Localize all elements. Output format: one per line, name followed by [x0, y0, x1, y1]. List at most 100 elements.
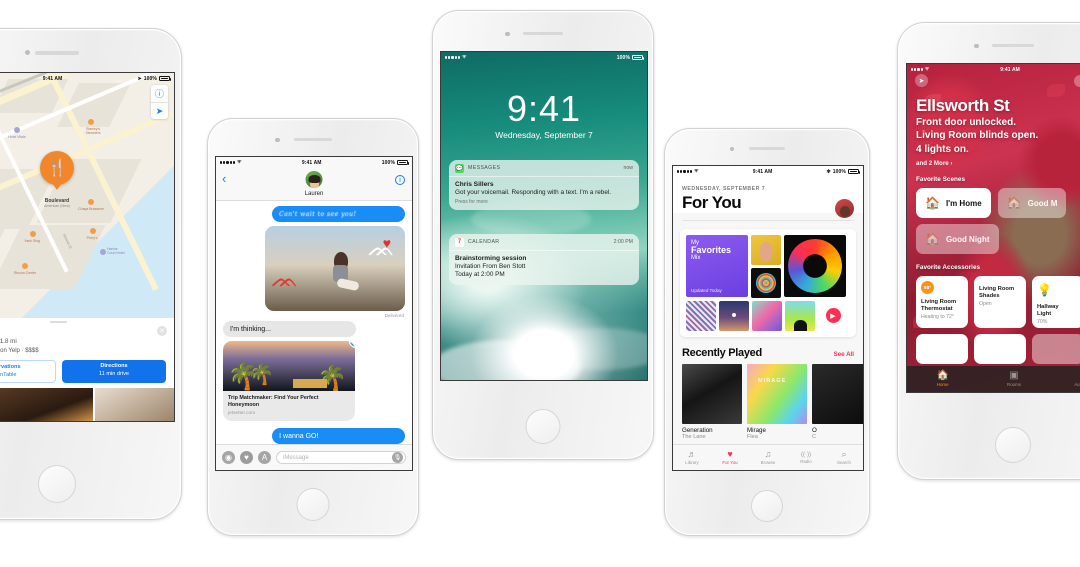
page-dot-active[interactable]	[542, 370, 546, 374]
tab-radio[interactable]: ((·)) Radio	[787, 445, 825, 470]
map-poi-dot[interactable]	[22, 263, 28, 269]
digital-touch-icon[interactable]: ♥	[240, 451, 253, 464]
favorite-accessories-row-2[interactable]	[916, 334, 1080, 364]
tab-for-you[interactable]: ♥ For You	[711, 445, 749, 470]
notification-body: Chris Sillers Got your voicemail. Respon…	[449, 177, 639, 210]
album-art-tile[interactable]	[751, 234, 781, 265]
scene-good-morning[interactable]: 🏠 Good M	[997, 188, 1067, 218]
tab-search[interactable]: ⌕ Search	[825, 445, 863, 470]
album-art-tile[interactable]	[784, 234, 846, 297]
camera-glyph-icon[interactable]: ⌂	[549, 369, 552, 375]
album-art-tile[interactable]	[751, 267, 781, 298]
album-item[interactable]: O C	[812, 363, 863, 440]
page-indicator[interactable]: ⌂	[441, 369, 647, 375]
tab-automation[interactable]: ⊙ Automation	[1050, 366, 1080, 392]
messages-screen[interactable]: ᯤ 9:41 AM 100% ‹ Lauren i Can't wait to …	[215, 156, 413, 471]
album-art-tile[interactable]	[719, 300, 749, 331]
accessory-partial[interactable]	[916, 334, 968, 364]
album-art[interactable]	[812, 363, 863, 424]
album-art-tile[interactable]	[752, 300, 782, 331]
scene-label: Good M	[1027, 198, 1058, 208]
message-bubble-text[interactable]: I wanna GO!	[272, 428, 405, 445]
scene-im-home[interactable]: 🏠 I'm Home	[916, 188, 991, 218]
edit-button[interactable]: Edit	[1074, 74, 1080, 87]
place-title: Boulevard	[0, 323, 174, 336]
location-icon[interactable]: ➤	[915, 74, 928, 87]
favorites-mix-card[interactable]: My Favorites Mix Updated Today ▶	[680, 228, 856, 337]
map-locate-icon[interactable]: ➤	[151, 102, 168, 119]
notification-calendar[interactable]: 7 CALENDAR 2:00 PM Brainstorming session…	[449, 234, 639, 285]
album-art[interactable]	[682, 363, 742, 424]
map-poi-dot[interactable]	[30, 231, 36, 237]
place-photos[interactable]	[0, 383, 174, 421]
app-store-icon[interactable]: A	[258, 451, 271, 464]
music-tab-bar[interactable]: ♬ Library ♥ For You ♫ Browse ((·)) Radio	[673, 444, 863, 470]
tab-home[interactable]: 🏠 Home	[907, 366, 978, 392]
maps-screen[interactable]: Hotel Vitale Stanley's Steamers San Fran…	[0, 72, 175, 422]
and-more-link[interactable]: and 2 More ›	[916, 160, 952, 167]
album-item[interactable]: Generation The Lane	[682, 363, 742, 440]
album-art[interactable]: MIRAGE	[747, 363, 807, 424]
avatar[interactable]	[835, 199, 854, 218]
place-photo[interactable]	[0, 388, 93, 421]
message-bubble-photo[interactable]: ᨏ ᨏ ♥	[265, 226, 405, 312]
album-art-tile[interactable]	[785, 300, 815, 331]
battery-icon	[632, 55, 644, 60]
favorite-scenes-row-2[interactable]: 🏠 Good Night	[916, 224, 1080, 254]
tab-browse[interactable]: ♫ Browse	[749, 445, 787, 470]
map-poi-dot[interactable]	[14, 127, 20, 133]
place-card[interactable]: ✕ Boulevard American (New) · 1.8 mi ★★★★…	[0, 318, 174, 421]
page-dot[interactable]	[535, 370, 539, 374]
message-thread[interactable]: Can't wait to see you! ᨏ ᨏ ♥ Delivered I…	[216, 201, 412, 445]
notification-messages[interactable]: 💬 MESSAGES now Chris Sillers Got your vo…	[449, 160, 639, 211]
favorite-accessories-row[interactable]: 68° Living Room Thermostat Heating to 72…	[916, 276, 1080, 328]
close-icon[interactable]: ✕	[157, 326, 167, 336]
accessory-thermostat[interactable]: 68° Living Room Thermostat Heating to 72…	[916, 276, 968, 328]
camera-icon[interactable]: ◉	[222, 451, 235, 464]
mic-icon[interactable]: 🎙	[392, 452, 403, 463]
home-tab-bar[interactable]: 🏠 Home ▣ Rooms ⊙ Automation	[907, 366, 1080, 392]
map-controls[interactable]: ⓘ ➤	[151, 85, 168, 119]
home-button[interactable]	[751, 490, 783, 522]
tab-library[interactable]: ♬ Library	[673, 445, 711, 470]
imessage-input[interactable]: iMessage 🎙	[276, 451, 406, 464]
tab-rooms[interactable]: ▣ Rooms	[978, 366, 1049, 392]
message-bubble-link[interactable]: 🌴 🌴 🌴 Trip Matchmaker: Find Your Perfect…	[223, 341, 355, 422]
favorite-scenes-row[interactable]: 🏠 I'm Home 🏠 Good M	[916, 188, 1080, 218]
message-input-bar[interactable]: ◉ ♥ A iMessage 🎙	[216, 444, 412, 470]
reservations-button[interactable]: Reservations OpenTable	[0, 360, 56, 384]
favorites-mix-tile[interactable]: My Favorites Mix Updated Today	[686, 234, 748, 297]
message-bubble-text[interactable]: I'm thinking...	[223, 321, 356, 338]
accessory-partial[interactable]	[1032, 334, 1080, 364]
album-row[interactable]: Generation The Lane MIRAGE Mirage Flea O…	[682, 363, 863, 440]
home-button[interactable]	[525, 409, 561, 444]
back-icon[interactable]: ‹	[222, 171, 226, 186]
home-button[interactable]	[38, 465, 76, 503]
home-button[interactable]	[296, 488, 330, 521]
info-icon[interactable]: i	[395, 175, 405, 185]
play-button[interactable]: ▶	[818, 300, 848, 331]
map-poi-dot[interactable]	[88, 119, 94, 125]
directions-button[interactable]: Directions 11 min drive	[62, 360, 166, 384]
thermostat-icon: 68°	[921, 281, 934, 294]
tab-label: Rooms	[1007, 382, 1021, 387]
album-art-tile[interactable]	[686, 300, 716, 331]
avatar[interactable]	[305, 171, 323, 188]
see-all-link[interactable]: See All	[834, 351, 854, 358]
album-item[interactable]: MIRAGE Mirage Flea	[747, 363, 807, 440]
accessory-partial[interactable]	[974, 334, 1026, 364]
accessory-light[interactable]: 💡 Hallway Light 70%	[1032, 276, 1080, 328]
place-photo[interactable]	[94, 388, 174, 421]
map-poi-dot[interactable]	[90, 228, 96, 234]
music-content[interactable]: WEDNESDAY, SEPTEMBER 7 For You My Favori…	[673, 177, 863, 444]
home-button[interactable]	[995, 427, 1031, 463]
music-screen[interactable]: ᯤ 9:41 AM ✻ 100% WEDNESDAY, SEPTEMBER 7 …	[672, 165, 864, 471]
map-selected-pin[interactable]: 🍴	[40, 151, 74, 185]
lockscreen[interactable]: ᯤ 100% 9:41 Wednesday, September 7 💬 MES…	[440, 51, 648, 381]
map-info-icon[interactable]: ⓘ	[151, 85, 168, 102]
scene-good-night[interactable]: 🏠 Good Night	[916, 224, 999, 254]
message-bubble-handwriting[interactable]: Can't wait to see you!	[272, 206, 405, 223]
home-top-bar[interactable]: ➤ Edit +	[915, 74, 1080, 87]
home-app-screen[interactable]: ᯤ 9:41 AM 100% ➤ Edit + Ellsworth St	[906, 63, 1080, 393]
accessory-shades[interactable]: Living Room Shades Open	[974, 276, 1026, 328]
